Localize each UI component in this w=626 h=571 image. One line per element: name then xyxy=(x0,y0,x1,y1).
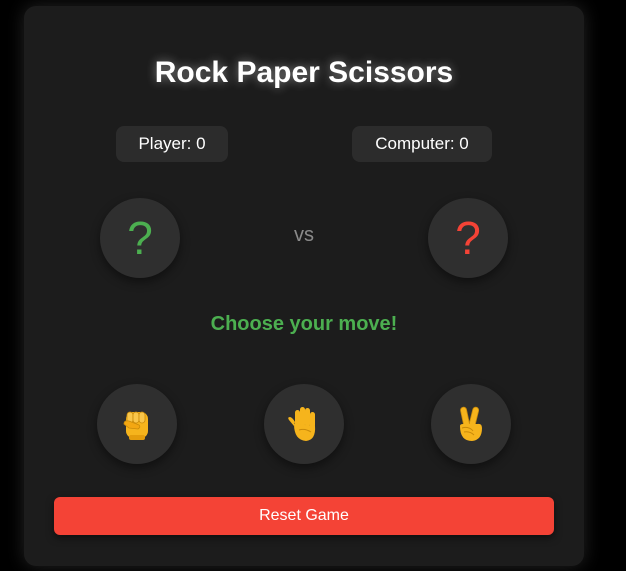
rock-button[interactable] xyxy=(97,384,177,464)
raised-hand-icon xyxy=(288,407,316,441)
status-message: Choose your move! xyxy=(210,313,398,335)
vs-label: vs xyxy=(294,224,314,246)
game-title: Rock Paper Scissors xyxy=(154,56,454,89)
computer-score: Computer: 0 xyxy=(352,126,492,162)
computer-hand-display: ? xyxy=(428,198,508,278)
game-card: Rock Paper Scissors Player: 0 Computer: … xyxy=(24,6,584,566)
reset-game-button[interactable]: Reset Game xyxy=(54,497,554,535)
victory-hand-icon xyxy=(460,406,482,441)
scissors-button[interactable] xyxy=(431,384,511,464)
fist-icon xyxy=(123,411,148,440)
player-hand-display: ? xyxy=(100,198,180,278)
player-score: Player: 0 xyxy=(116,126,228,162)
paper-button[interactable] xyxy=(264,384,344,464)
